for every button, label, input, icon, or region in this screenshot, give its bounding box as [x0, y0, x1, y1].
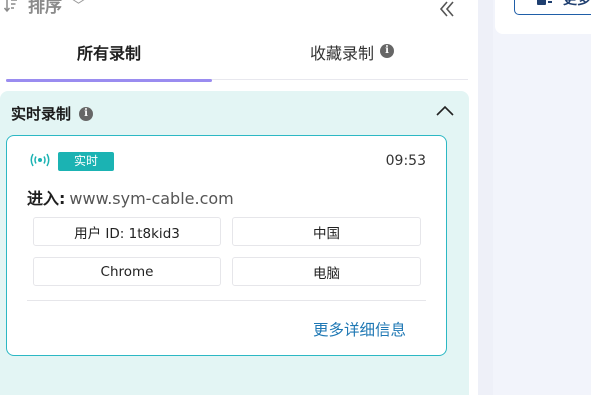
section-header: 实时录制 i [11, 103, 94, 124]
recording-card[interactable]: 实时 09:53 进入: www.sym-cable.com 用户 ID: 1t8… [6, 135, 447, 356]
browser-chip: Chrome [33, 257, 221, 286]
tab-favorite-recordings[interactable]: 收藏录制 i [236, 40, 468, 80]
panel-separator [478, 0, 493, 395]
info-icon[interactable]: i [79, 106, 94, 121]
visit-line: 进入: www.sym-cable.com [27, 185, 234, 209]
live-badge: 实时 [58, 152, 114, 171]
live-recordings-section: 实时录制 i 实时 09:53 进入: www.sym-cable.com 用户 … [0, 91, 469, 395]
chevron-up-icon[interactable] [434, 103, 456, 119]
tab-label: 所有录制 [76, 44, 141, 63]
sort-icon [4, 0, 17, 12]
toolbar: 排序 ﹀ [0, 0, 470, 20]
right-header-card: 更多 [495, 0, 591, 34]
recording-tabs: 所有录制 收藏录制 i [6, 40, 468, 82]
section-title: 实时录制 [11, 105, 72, 123]
broadcast-signal-icon [30, 153, 50, 167]
more-button[interactable]: 更多 [514, 0, 591, 15]
sort-label: 排序 [28, 0, 62, 17]
device-chip: 电脑 [232, 257, 421, 286]
columns-icon [537, 0, 552, 5]
chevron-down-icon: ﹀ [72, 0, 86, 14]
more-button-label: 更多 [563, 0, 591, 9]
tab-label: 收藏录制 [309, 44, 374, 63]
country-chip: 中国 [232, 217, 421, 246]
right-area: 更多 [493, 0, 591, 395]
sort-button[interactable]: 排序 ﹀ [4, 0, 85, 17]
recording-time: 09:53 [385, 153, 426, 169]
more-details-link[interactable]: 更多详细信息 [313, 318, 406, 340]
double-chevron-left-icon[interactable] [438, 0, 456, 18]
tab-all-recordings[interactable]: 所有录制 [6, 40, 212, 82]
user-id-chip: 用户 ID: 1t8kid3 [33, 217, 221, 246]
visit-url: www.sym-cable.com [69, 189, 234, 208]
left-panel: 排序 ﹀ 所有录制 收藏录制 i 实时录制 i 实时 09:53 进入: www… [0, 0, 478, 395]
info-icon[interactable]: i [380, 44, 394, 58]
divider [27, 300, 426, 301]
visit-label: 进入: [27, 189, 66, 208]
